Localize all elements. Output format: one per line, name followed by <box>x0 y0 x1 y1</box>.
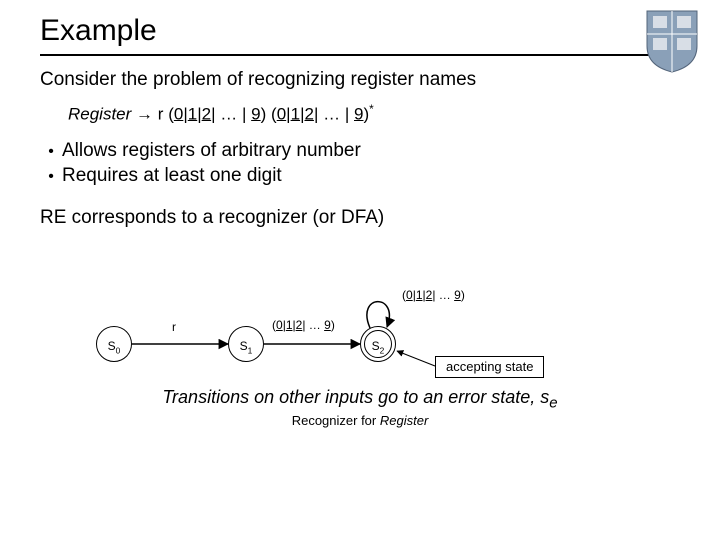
dfa-diagram: S0 S1 S2 r (0|1|2| … 9) (0|1|2| … 9) acc… <box>40 258 680 388</box>
bullet-icon: • <box>40 142 62 162</box>
ellipsis: … <box>220 104 237 123</box>
arrow-icon: → <box>136 104 153 123</box>
digit-1: 1 <box>188 104 197 123</box>
intro-text: Consider the problem of recognizing regi… <box>40 68 680 92</box>
footer-caption: Recognizer for Register <box>40 413 680 429</box>
re-line: RE corresponds to a recognizer (or DFA) <box>40 206 680 230</box>
bullet-text: Allows registers of arbitrary number <box>62 139 361 163</box>
paren-close: ) <box>261 104 267 123</box>
trans-label-r: r <box>172 320 176 335</box>
bullet-text: Requires at least one digit <box>62 164 282 188</box>
bullet-list: • Allows registers of arbitrary number •… <box>40 139 680 189</box>
grammar-rule: Register → r (0|1|2| … | 9) (0|1|2| … | … <box>68 102 680 125</box>
slide-body: Consider the problem of recognizing regi… <box>0 68 720 430</box>
bullet-icon: • <box>40 167 62 187</box>
digit-0: 0 <box>174 104 183 123</box>
state-s0: S0 <box>96 326 132 362</box>
trans-label-digits-1: (0|1|2| … 9) <box>272 318 335 333</box>
list-item: • Allows registers of arbitrary number <box>40 139 680 163</box>
slide-title: Example <box>0 0 720 50</box>
accepting-state-label: accepting state <box>435 356 544 378</box>
footer-note: Transitions on other inputs go to an err… <box>40 386 680 413</box>
digit-2: 2 <box>202 104 211 123</box>
digit-9: 9 <box>251 104 260 123</box>
state-s1: S1 <box>228 326 264 362</box>
kleene-star: * <box>369 102 374 116</box>
list-item: • Requires at least one digit <box>40 164 680 188</box>
dfa-edges <box>40 258 680 388</box>
title-rule <box>40 54 680 56</box>
slide: Example Consider the problem of recogniz… <box>0 0 720 540</box>
crest-logo <box>642 6 702 74</box>
grammar-r: r <box>158 104 164 123</box>
trans-label-digits-loop: (0|1|2| … 9) <box>402 288 465 303</box>
state-s2: S2 <box>360 326 396 362</box>
grammar-lhs: Register <box>68 104 131 123</box>
